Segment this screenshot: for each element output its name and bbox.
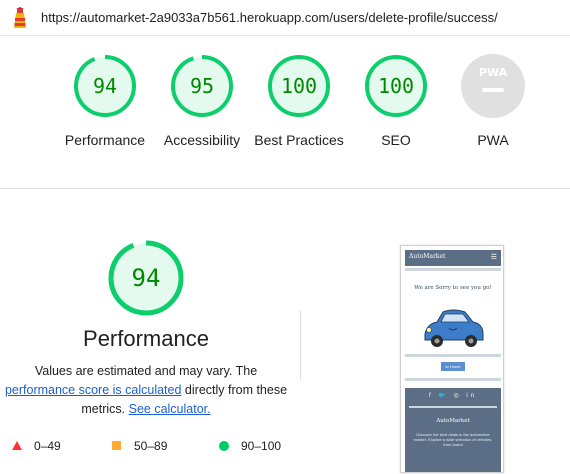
- legend-range: 90–100: [241, 439, 282, 453]
- best-practices-gauge[interactable]: 100: [267, 54, 331, 118]
- footer-bar: [409, 406, 497, 408]
- screenshot-footer-text: Discover the best deals in the automotiv…: [413, 432, 493, 447]
- gauge-label-performance: Performance: [64, 132, 146, 148]
- gauge-score: 100: [280, 74, 318, 98]
- gauge-score: 94: [92, 74, 118, 98]
- lighthouse-icon: [14, 7, 26, 28]
- url-bar: https://automarket-2a9033a7b561.herokuap…: [0, 0, 570, 36]
- vertical-divider: [300, 310, 301, 380]
- triangle-icon: [12, 441, 22, 450]
- pwa-badge-text: PWA: [478, 66, 508, 79]
- social-icons: f 🐦 ◎ in: [428, 393, 478, 399]
- gauge-score: 100: [377, 74, 415, 98]
- screenshot-bar: [405, 354, 501, 357]
- screenshot-message: We are Sorry to see you go!: [414, 285, 492, 291]
- final-screenshot[interactable]: AutoMarket ☰ We are Sorry to see you go!…: [400, 245, 504, 473]
- screenshot-footer: f 🐦 ◎ in AutoMarket Discover the best de…: [405, 388, 501, 472]
- gauge-label-seo: SEO: [381, 132, 411, 148]
- gauge-label-best-practices: Best Practices: [254, 132, 344, 148]
- performance-title: Performance: [83, 326, 209, 351]
- screenshot-home-button: to Home: [441, 362, 465, 371]
- screenshot-footer-title: AutoMarket: [436, 418, 470, 424]
- accessibility-gauge[interactable]: 95: [170, 54, 234, 118]
- desc-text: Values are estimated and may vary. The: [34, 364, 258, 378]
- circle-icon: [219, 441, 229, 451]
- performance-gauge[interactable]: 94: [73, 54, 137, 118]
- performance-detail-gauge: 94: [108, 240, 184, 316]
- seo-gauge[interactable]: 100: [364, 54, 428, 118]
- legend-range: 0–49: [34, 439, 61, 453]
- score-legend: 0–49 50–89 90–100: [12, 439, 412, 454]
- screenshot-bar: [405, 268, 501, 271]
- screenshot-navbar: AutoMarket ☰: [405, 250, 501, 266]
- gauge-score: 95: [189, 74, 215, 98]
- hamburger-icon: ☰: [490, 254, 497, 261]
- square-icon: [112, 441, 121, 450]
- screenshot-brand: AutoMarket: [409, 253, 446, 260]
- pwa-gauge[interactable]: PWA: [461, 54, 525, 118]
- gauge-label-accessibility: Accessibility: [163, 132, 241, 148]
- car-illustration-icon: [424, 309, 484, 347]
- screenshot-bar: [405, 378, 501, 381]
- performance-score-link[interactable]: performance score is calculated: [5, 383, 181, 397]
- report-url[interactable]: https://automarket-2a9033a7b561.herokuap…: [41, 10, 498, 25]
- gauge-label-pwa: PWA: [477, 132, 509, 148]
- legend-range: 50–89: [134, 439, 168, 453]
- section-divider: [0, 188, 570, 189]
- see-calculator-link[interactable]: See calculator.: [129, 402, 211, 416]
- performance-description: Values are estimated and may vary. The p…: [0, 362, 292, 419]
- performance-score: 94: [131, 264, 161, 292]
